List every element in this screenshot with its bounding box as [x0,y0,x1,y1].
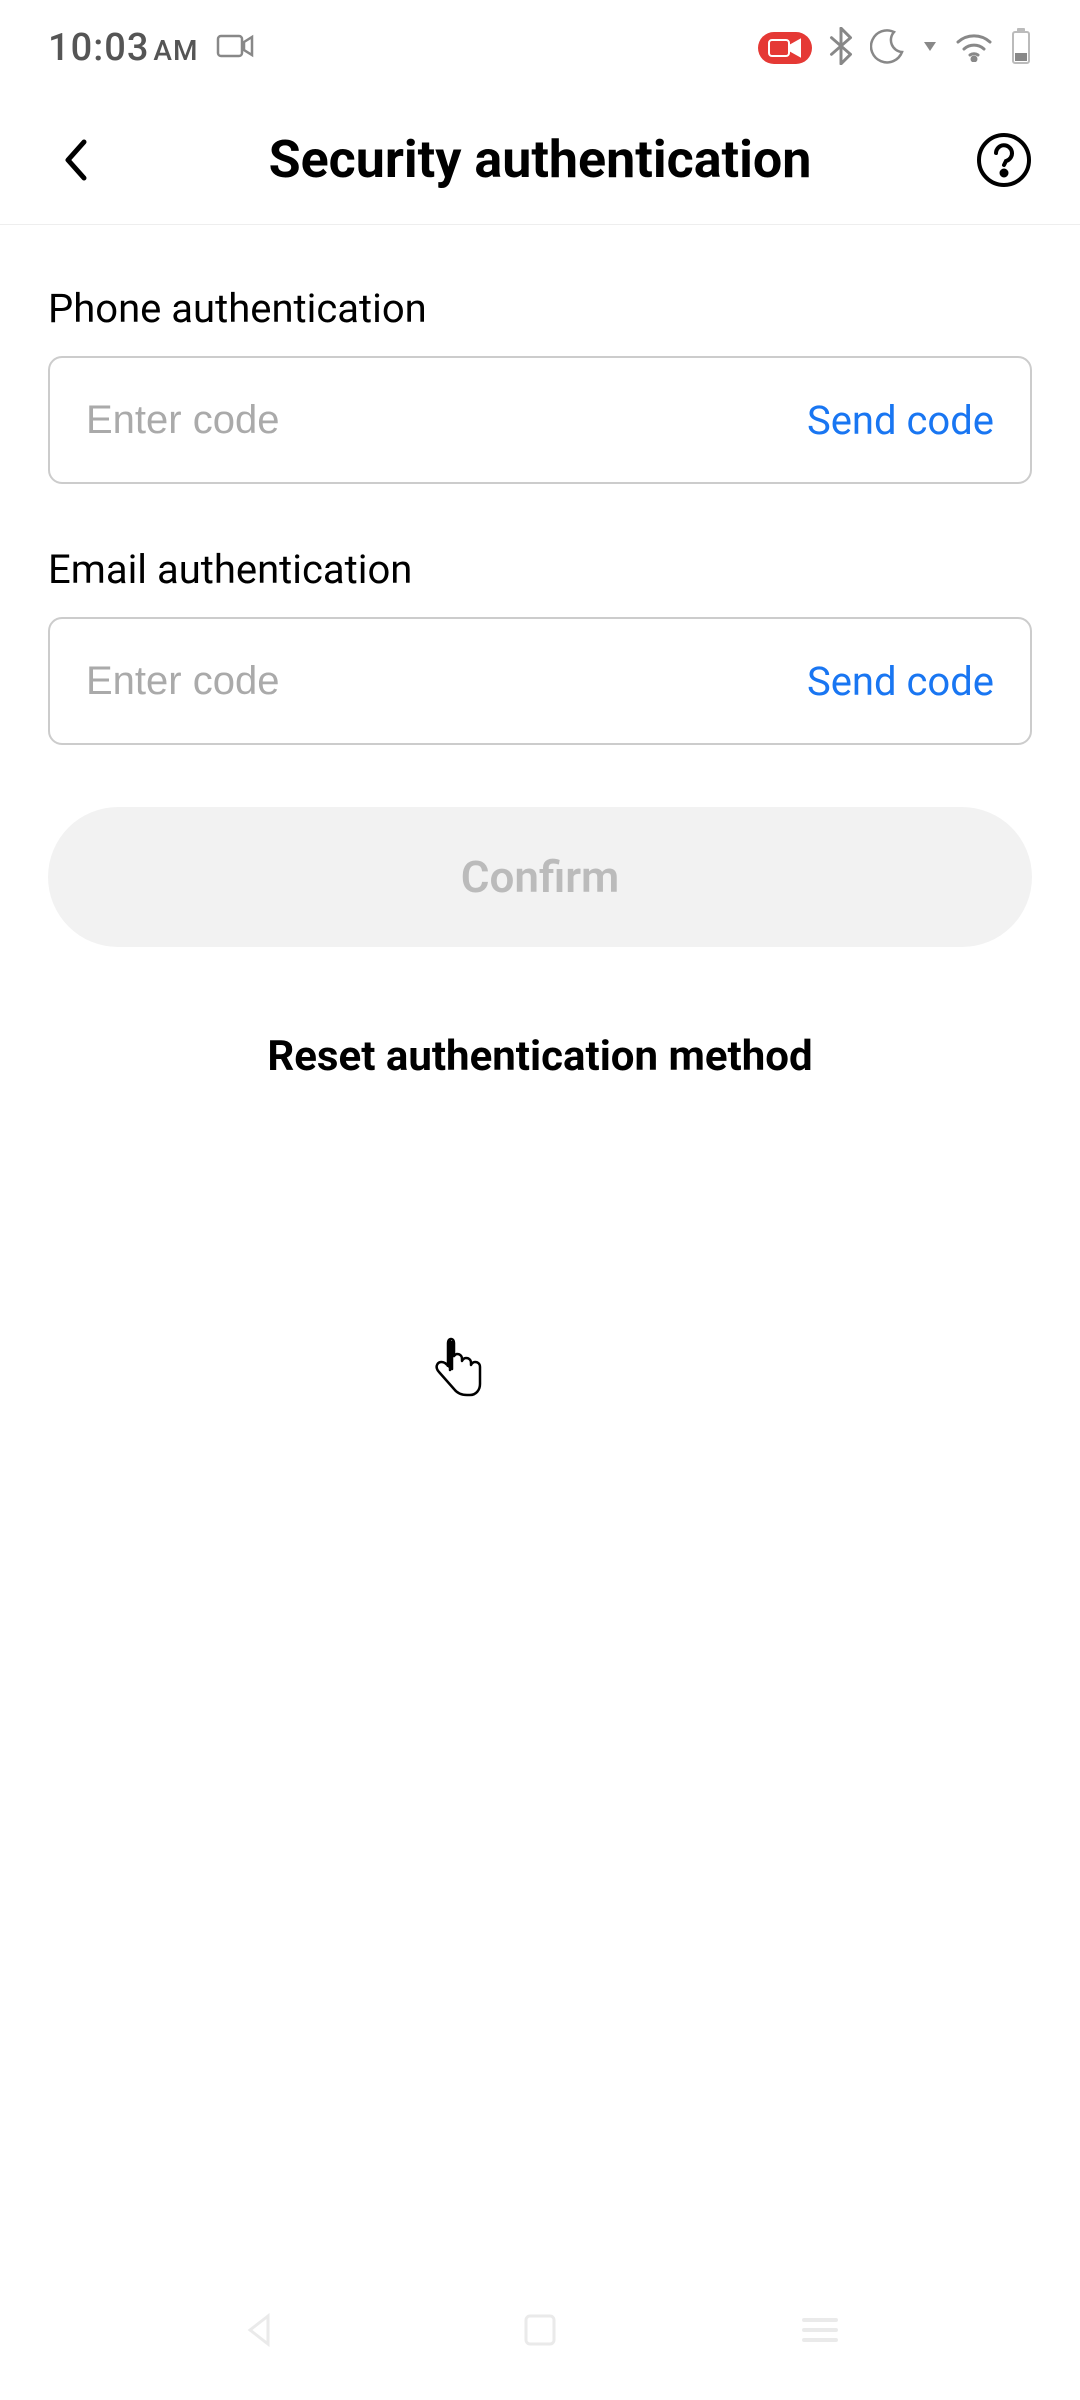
status-left: 10:03AM [48,26,254,70]
wifi-icon [954,30,994,66]
email-code-input[interactable] [86,659,807,704]
email-auth-label: Email authentication [48,546,1032,593]
phone-auth-label: Phone authentication [48,285,1032,332]
status-time: 10:03AM [48,26,198,70]
moon-icon [870,28,906,68]
status-bar: 10:03AM [0,0,1080,95]
status-right [758,27,1032,69]
signal-down-icon [922,38,938,58]
reset-auth-link[interactable]: Reset authentication method [48,1032,1032,1081]
help-icon [976,132,1032,188]
title-bar: Security authentication [0,95,1080,225]
confirm-button[interactable]: Confirm [48,807,1032,947]
help-button[interactable] [976,132,1032,188]
phone-send-code-button[interactable]: Send code [807,397,994,444]
battery-icon [1010,27,1032,69]
android-nav-bar [0,2260,1080,2400]
time-ampm: AM [153,34,198,67]
email-send-code-button[interactable]: Send code [807,658,994,705]
email-code-row: Send code [48,617,1032,745]
phone-code-input[interactable] [86,398,807,443]
back-button[interactable] [48,132,104,188]
screen-record-icon [758,32,812,64]
nav-home-button[interactable] [505,2295,575,2365]
camera-icon [216,32,254,64]
content: Phone authentication Send code Email aut… [0,225,1080,1081]
page-title: Security authentication [104,129,976,190]
bluetooth-icon [828,27,854,69]
time-value: 10:03 [48,26,149,70]
phone-code-row: Send code [48,356,1032,484]
nav-back-button[interactable] [225,2295,295,2365]
nav-recents-button[interactable] [785,2295,855,2365]
pointer-cursor-icon [430,1337,484,1403]
chevron-left-icon [62,136,90,184]
